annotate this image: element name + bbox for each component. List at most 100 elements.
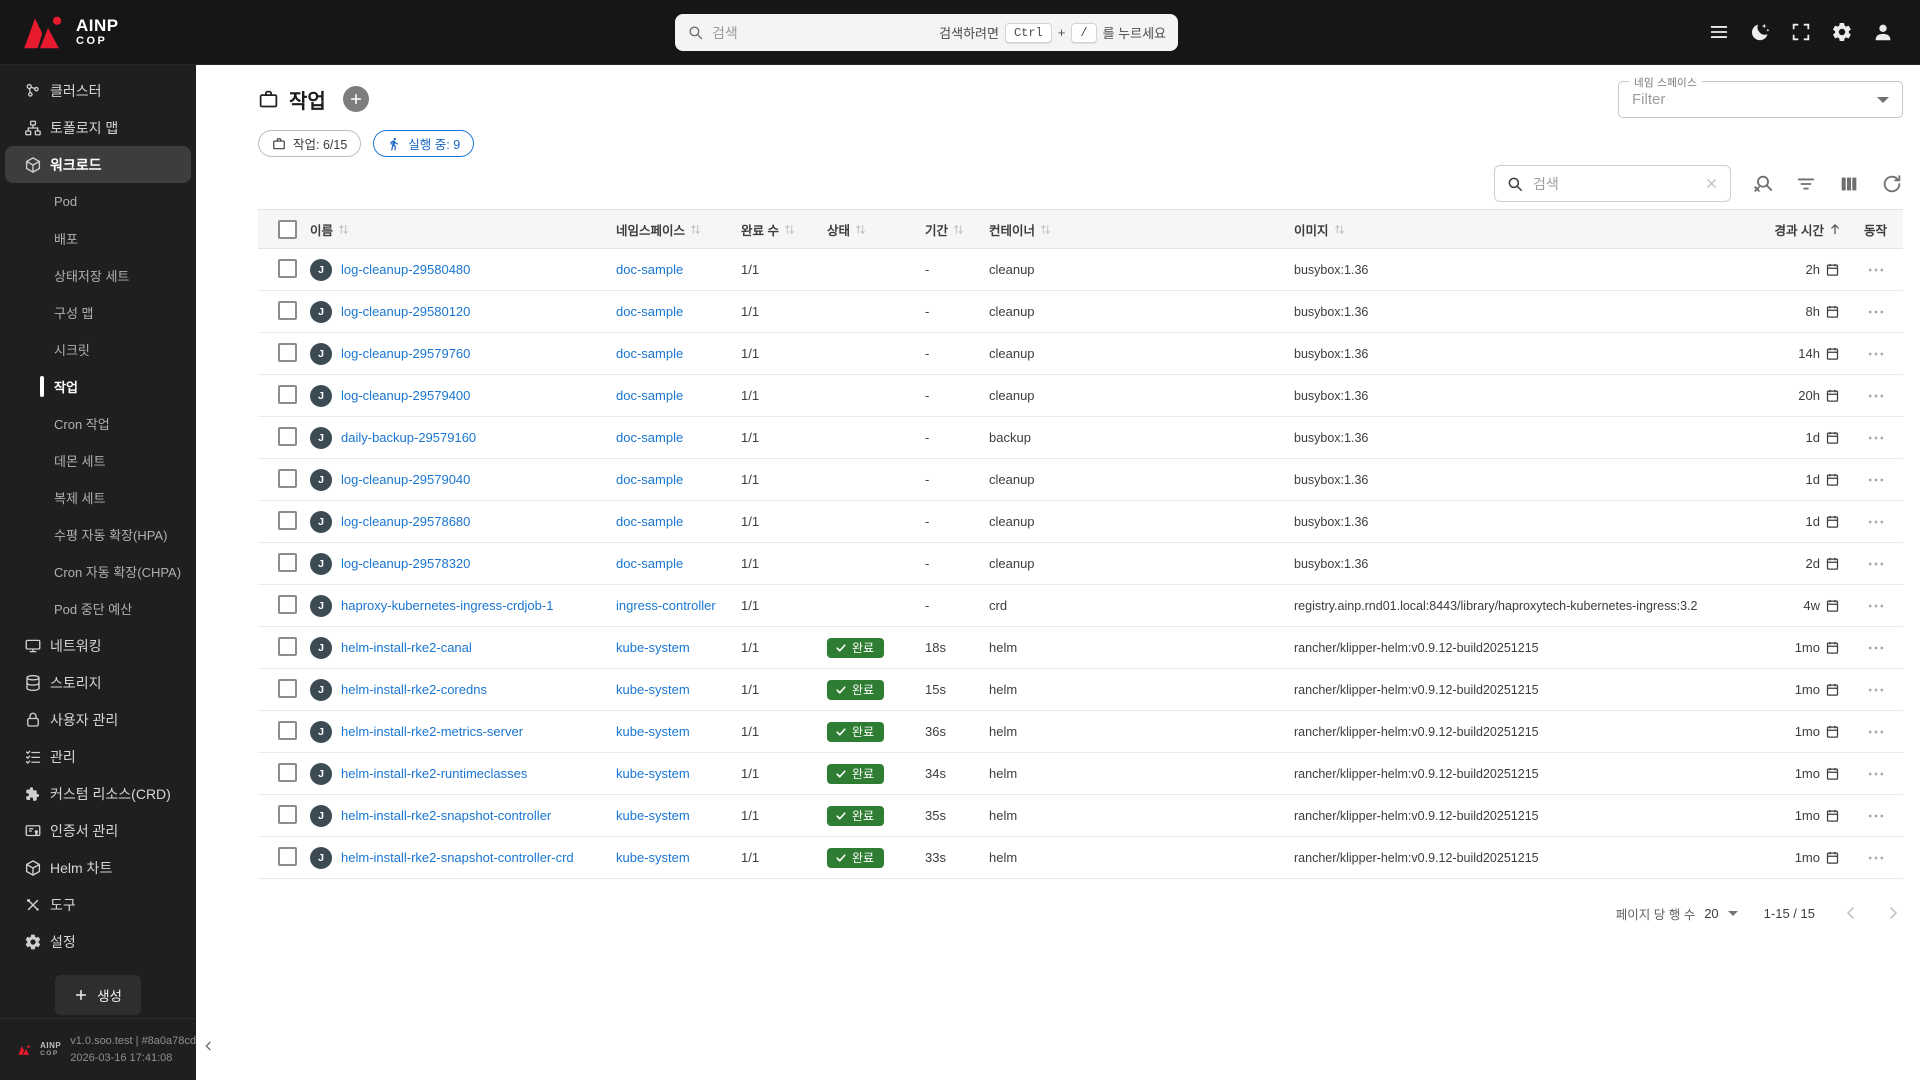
row-checkbox[interactable] <box>278 426 297 446</box>
row-actions-button[interactable] <box>1866 638 1886 658</box>
row-actions-button[interactable] <box>1866 722 1886 742</box>
row-actions-button[interactable] <box>1866 260 1886 280</box>
sidebar-item-secrets[interactable]: 시크릿 <box>5 331 191 368</box>
row-checkbox[interactable] <box>278 636 297 656</box>
row-actions-button[interactable] <box>1866 428 1886 448</box>
jobs-count-chip[interactable]: 작업: 6/15 <box>258 130 362 157</box>
row-checkbox[interactable] <box>278 510 297 530</box>
sidebar-item-hpa[interactable]: 수평 자동 확장(HPA) <box>5 516 191 553</box>
row-actions-button[interactable] <box>1866 512 1886 532</box>
user-account-icon[interactable] <box>1872 21 1894 43</box>
namespace-link[interactable]: doc-sample <box>616 304 683 319</box>
column-header-container[interactable]: 컨테이너 <box>989 220 1294 239</box>
row-checkbox[interactable] <box>278 594 297 614</box>
row-checkbox[interactable] <box>278 678 297 698</box>
row-actions-button[interactable] <box>1866 764 1886 784</box>
row-checkbox[interactable] <box>278 300 297 320</box>
global-search-input[interactable]: 검색 검색하려면 Ctrl + / 를 누르세요 <box>675 14 1178 51</box>
row-actions-button[interactable] <box>1866 344 1886 364</box>
namespace-link[interactable]: ingress-controller <box>616 598 716 613</box>
column-header-name[interactable]: 이름 <box>310 220 616 239</box>
sidebar-item-user-management[interactable]: 사용자 관리 <box>5 701 191 738</box>
sidebar-item-tools[interactable]: 도구 <box>5 886 191 923</box>
job-name-link[interactable]: helm-install-rke2-snapshot-controller <box>341 808 551 823</box>
job-name-link[interactable]: log-cleanup-29580120 <box>341 304 470 319</box>
job-name-link[interactable]: helm-install-rke2-canal <box>341 640 472 655</box>
column-header-status[interactable]: 상태 <box>827 220 925 239</box>
next-page-button[interactable] <box>1883 903 1903 923</box>
row-actions-button[interactable] <box>1866 848 1886 868</box>
job-name-link[interactable]: daily-backup-29579160 <box>341 430 476 445</box>
sidebar-item-configmaps[interactable]: 구성 맵 <box>5 294 191 331</box>
row-actions-button[interactable] <box>1866 596 1886 616</box>
row-checkbox[interactable] <box>278 384 297 404</box>
sidebar-item-pdb[interactable]: Pod 중단 예산 <box>5 590 191 627</box>
sidebar-item-pods[interactable]: Pod <box>5 183 191 220</box>
sidebar-item-replicasets[interactable]: 복제 세트 <box>5 479 191 516</box>
job-name-link[interactable]: haproxy-kubernetes-ingress-crdjob-1 <box>341 598 553 613</box>
sidebar-item-storage[interactable]: 스토리지 <box>5 664 191 701</box>
namespace-link[interactable]: doc-sample <box>616 388 683 403</box>
sidebar-item-cluster[interactable]: 클러스터 <box>5 72 191 109</box>
sidebar-item-settings[interactable]: 설정 <box>5 923 191 960</box>
fullscreen-icon[interactable] <box>1790 21 1812 43</box>
column-header-image[interactable]: 이미지 <box>1294 220 1710 239</box>
row-actions-button[interactable] <box>1866 680 1886 700</box>
job-name-link[interactable]: helm-install-rke2-coredns <box>341 682 487 697</box>
job-name-link[interactable]: log-cleanup-29578320 <box>341 556 470 571</box>
row-actions-button[interactable] <box>1866 554 1886 574</box>
column-header-age[interactable]: 경과 시간 <box>1710 220 1848 239</box>
row-checkbox[interactable] <box>278 846 297 866</box>
create-button[interactable]: 생성 <box>55 975 141 1015</box>
select-all-checkbox[interactable] <box>278 219 297 239</box>
namespace-link[interactable]: kube-system <box>616 850 690 865</box>
sidebar-item-chpa[interactable]: Cron 자동 확장(CHPA) <box>5 553 191 590</box>
job-name-link[interactable]: log-cleanup-29578680 <box>341 514 470 529</box>
row-actions-button[interactable] <box>1866 386 1886 406</box>
app-logo[interactable]: AINP COP <box>0 14 119 50</box>
sidebar-item-deployments[interactable]: 배포 <box>5 220 191 257</box>
dark-mode-icon[interactable] <box>1749 21 1771 43</box>
column-header-completions[interactable]: 완료 수 <box>741 220 827 239</box>
clear-search-icon[interactable] <box>1704 176 1719 191</box>
row-checkbox[interactable] <box>278 804 297 824</box>
namespace-filter-select[interactable]: 네임 스페이스 Filter <box>1618 75 1903 118</box>
row-checkbox[interactable] <box>278 720 297 740</box>
job-name-link[interactable]: helm-install-rke2-snapshot-controller-cr… <box>341 850 574 865</box>
row-actions-button[interactable] <box>1866 806 1886 826</box>
job-name-link[interactable]: log-cleanup-29579040 <box>341 472 470 487</box>
namespace-link[interactable]: doc-sample <box>616 556 683 571</box>
sidebar-item-topology-map[interactable]: 토폴로지 맵 <box>5 109 191 146</box>
sidebar-item-workloads[interactable]: 워크로드 <box>5 146 191 183</box>
sidebar-item-jobs[interactable]: 작업 <box>5 368 191 405</box>
job-name-link[interactable]: log-cleanup-29579400 <box>341 388 470 403</box>
namespace-link[interactable]: doc-sample <box>616 514 683 529</box>
row-checkbox[interactable] <box>278 762 297 782</box>
row-checkbox[interactable] <box>278 342 297 362</box>
sidebar-item-daemonsets[interactable]: 데몬 세트 <box>5 442 191 479</box>
column-header-duration[interactable]: 기간 <box>925 220 989 239</box>
namespace-link[interactable]: doc-sample <box>616 430 683 445</box>
rows-per-page-select[interactable]: 페이지 당 행 수 20 <box>1616 904 1738 923</box>
job-name-link[interactable]: log-cleanup-29580480 <box>341 262 470 277</box>
table-search-input[interactable]: 검색 <box>1494 165 1731 202</box>
row-checkbox[interactable] <box>278 258 297 278</box>
settings-icon[interactable] <box>1831 21 1853 43</box>
sidebar-item-custom-resources[interactable]: 커스텀 리소스(CRD) <box>5 775 191 812</box>
job-name-link[interactable]: helm-install-rke2-runtimeclasses <box>341 766 527 781</box>
job-name-link[interactable]: helm-install-rke2-metrics-server <box>341 724 523 739</box>
sidebar-item-networking[interactable]: 네트워킹 <box>5 627 191 664</box>
filter-icon[interactable] <box>1795 173 1817 195</box>
row-actions-button[interactable] <box>1866 302 1886 322</box>
namespace-link[interactable]: kube-system <box>616 724 690 739</box>
row-actions-button[interactable] <box>1866 470 1886 490</box>
previous-page-button[interactable] <box>1841 903 1861 923</box>
menu-icon[interactable] <box>1708 21 1730 43</box>
namespace-link[interactable]: doc-sample <box>616 472 683 487</box>
sidebar-item-management[interactable]: 관리 <box>5 738 191 775</box>
sidebar-collapse-button[interactable] <box>201 1036 216 1056</box>
job-name-link[interactable]: log-cleanup-29579760 <box>341 346 470 361</box>
refresh-icon[interactable] <box>1881 173 1903 195</box>
sidebar-item-helm-charts[interactable]: Helm 차트 <box>5 849 191 886</box>
namespace-link[interactable]: kube-system <box>616 682 690 697</box>
